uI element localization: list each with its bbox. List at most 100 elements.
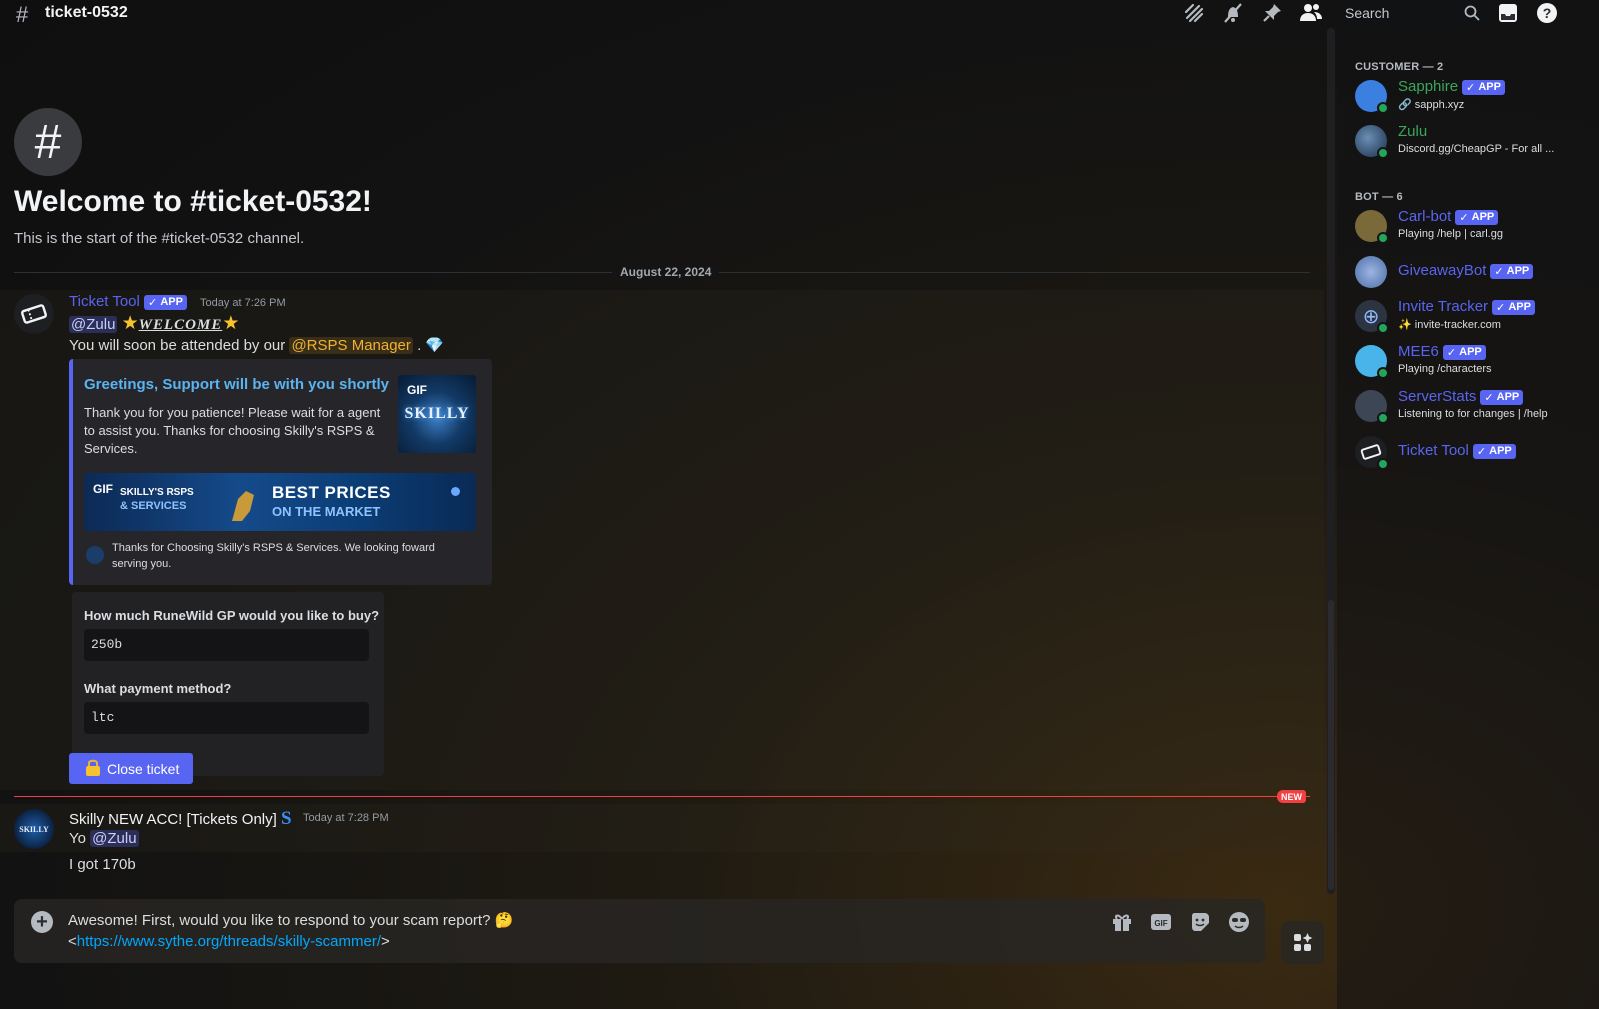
bot-section-title: BOT — 6 — [1355, 191, 1403, 203]
app-badge: ✓ APP — [144, 294, 187, 310]
customer-section-title: CUSTOMER — 2 — [1355, 61, 1444, 73]
message-line-yo: Yo @Zulu — [69, 829, 139, 849]
online-status-icon — [1377, 322, 1389, 334]
apps-button[interactable] — [1281, 921, 1324, 964]
message-timestamp: Today at 7:28 PM — [303, 812, 389, 824]
member-name: ServerStats — [1398, 388, 1477, 405]
app-badge-label: APP — [1478, 81, 1501, 94]
chat-scrollbar-thumb[interactable] — [1328, 600, 1334, 890]
hashtag-icon: # — [16, 2, 29, 27]
member-sapphire[interactable]: Sapphire ✓ APP 🔗 sapph.xyz — [1355, 76, 1595, 116]
attend-period: . — [417, 337, 422, 354]
message-author[interactable]: Ticket Tool ✓ APP — [69, 293, 187, 310]
member-name-wrap: Invite Tracker ✓ APP — [1398, 298, 1535, 315]
members-icon[interactable] — [1299, 1, 1323, 25]
online-status-icon — [1377, 102, 1389, 114]
gif-icon[interactable]: GIF — [1149, 910, 1173, 934]
search-input[interactable] — [1345, 3, 1455, 23]
sticker-icon[interactable] — [1188, 910, 1212, 934]
gif-label: GIF — [407, 383, 427, 397]
message-line-welcome: @Zulu ★WELCOME★ — [69, 314, 239, 335]
svg-text:?: ? — [1543, 5, 1552, 21]
star-icon: ★ — [222, 313, 240, 334]
form-answer-1: 250b — [84, 629, 369, 661]
member-carl-bot[interactable]: Carl-bot ✓ APP Playing /help | carl.gg — [1355, 206, 1595, 246]
member-status-text: Listening to for changes | /help — [1398, 408, 1548, 420]
member-invite-tracker[interactable]: ⊕ Invite Tracker ✓ APP ✨ invite-tracker.c… — [1355, 296, 1595, 336]
help-icon[interactable]: ? — [1535, 1, 1559, 25]
embed-thumbnail[interactable]: GIF SKILLY — [398, 375, 476, 453]
app-badge-label: APP — [1471, 211, 1495, 224]
member-giveawaybot[interactable]: GiveawayBot ✓ APP — [1355, 252, 1595, 292]
lock-icon — [85, 758, 101, 779]
threads-icon[interactable] — [1182, 1, 1206, 25]
member-zulu[interactable]: Zulu Discord.gg/CheapGP - For all ... — [1355, 121, 1595, 161]
member-name: Zulu — [1398, 123, 1428, 140]
member-name-wrap: GiveawayBot ✓ APP — [1398, 262, 1534, 279]
inbox-icon[interactable] — [1496, 1, 1520, 25]
bell-slash-icon[interactable] — [1221, 1, 1245, 25]
app-badge: ✓ APP — [1490, 263, 1534, 279]
member-status-text: 🔗 sapph.xyz — [1398, 99, 1465, 111]
member-name-wrap: Ticket Tool ✓ APP — [1398, 442, 1516, 459]
member-name: Invite Tracker — [1398, 298, 1489, 315]
embed: Greetings, Support will be with you shor… — [69, 359, 492, 585]
composer-link[interactable]: https://www.sythe.org/threads/skilly-sca… — [77, 933, 381, 950]
member-ticket-tool[interactable]: Ticket Tool ✓ APP — [1355, 432, 1595, 472]
gif-label: GIF — [93, 482, 113, 496]
embed-footer-icon — [86, 546, 104, 564]
ticket-tool-avatar[interactable] — [14, 294, 54, 334]
banner-left-line1: SKILLY'S RSPS — [120, 487, 194, 498]
banner-dot — [451, 487, 460, 496]
banner-right-line1: BEST PRICES — [272, 483, 391, 502]
app-badge: ✓ APP — [1472, 443, 1516, 459]
member-status-text: Playing /characters — [1398, 363, 1492, 375]
embed-footer-text: Thanks for Choosing Skilly's RSPS & Serv… — [112, 542, 435, 570]
user-mention[interactable]: @Zulu — [69, 316, 118, 333]
message-composer[interactable]: + Awesome! First, would you like to resp… — [14, 899, 1265, 963]
member-status-text: Playing /help | carl.gg — [1398, 228, 1503, 240]
search-box[interactable] — [1339, 1, 1492, 25]
app-badge: ✓ APP — [1462, 79, 1505, 95]
plus-icon[interactable]: + — [31, 911, 53, 933]
author-name[interactable]: Ticket Tool — [69, 293, 140, 310]
message-timestamp: Today at 7:26 PM — [200, 297, 286, 309]
user-mention[interactable]: @Zulu — [90, 830, 139, 847]
embed-title: Greetings, Support will be with you shor… — [84, 376, 390, 393]
welcome-subtitle: This is the start of the #ticket-0532 ch… — [14, 230, 305, 247]
member-mee6[interactable]: MEE6 ✓ APP Playing /characters — [1355, 341, 1595, 381]
diamond-icon: 💎 — [425, 337, 445, 354]
member-name-wrap: ServerStats ✓ APP — [1398, 388, 1524, 405]
role-mention[interactable]: @RSPS Manager — [289, 337, 413, 354]
member-serverstats[interactable]: ServerStats ✓ APP Listening to for change… — [1355, 386, 1595, 426]
composer-text[interactable]: Awesome! First, would you like to respon… — [68, 910, 513, 952]
close-ticket-button[interactable]: Close ticket — [69, 753, 193, 784]
gift-icon[interactable] — [1110, 910, 1134, 934]
welcome-title: Welcome to #ticket-0532! — [14, 185, 372, 218]
online-status-icon — [1377, 367, 1389, 379]
author-name[interactable]: Skilly NEW ACC! [Tickets Only] — [69, 811, 277, 828]
form-answer-2: ltc — [84, 702, 369, 734]
app-badge-label: APP — [1508, 301, 1531, 314]
close-ticket-label: Close ticket — [107, 760, 180, 777]
emoji-icon[interactable] — [1227, 910, 1251, 934]
welcome-word: WELCOME — [138, 317, 223, 333]
composer-line-1[interactable]: Awesome! First, would you like to respon… — [68, 910, 513, 931]
app-badge: ✓ APP — [1492, 299, 1535, 315]
embed-banner-image[interactable]: GIF SKILLY'S RSPS & SERVICES BEST PRICES… — [84, 473, 476, 531]
message-line-attend: You will soon be attended by our @RSPS M… — [69, 336, 444, 356]
online-status-icon — [1377, 458, 1389, 470]
message-author[interactable]: Skilly NEW ACC! [Tickets Only] S — [69, 808, 292, 830]
pin-icon[interactable] — [1260, 1, 1284, 25]
attend-text: You will soon be attended by our — [69, 337, 286, 354]
composer-line-2[interactable]: <https://www.sythe.org/threads/skilly-sc… — [68, 931, 513, 952]
embed-description: Thank you for you patience! Please wait … — [84, 405, 381, 456]
app-badge-label: APP — [1459, 346, 1482, 359]
thumb-logo-text: SKILLY — [404, 405, 470, 422]
skilly-avatar[interactable]: SKILLY — [14, 809, 54, 849]
member-name-wrap: MEE6 ✓ APP — [1398, 343, 1486, 360]
banner-left-line2: & SERVICES — [120, 500, 187, 512]
app-badge-label: APP — [1496, 391, 1520, 404]
yo-text: Yo — [69, 830, 86, 847]
member-name: GiveawayBot — [1398, 262, 1487, 279]
